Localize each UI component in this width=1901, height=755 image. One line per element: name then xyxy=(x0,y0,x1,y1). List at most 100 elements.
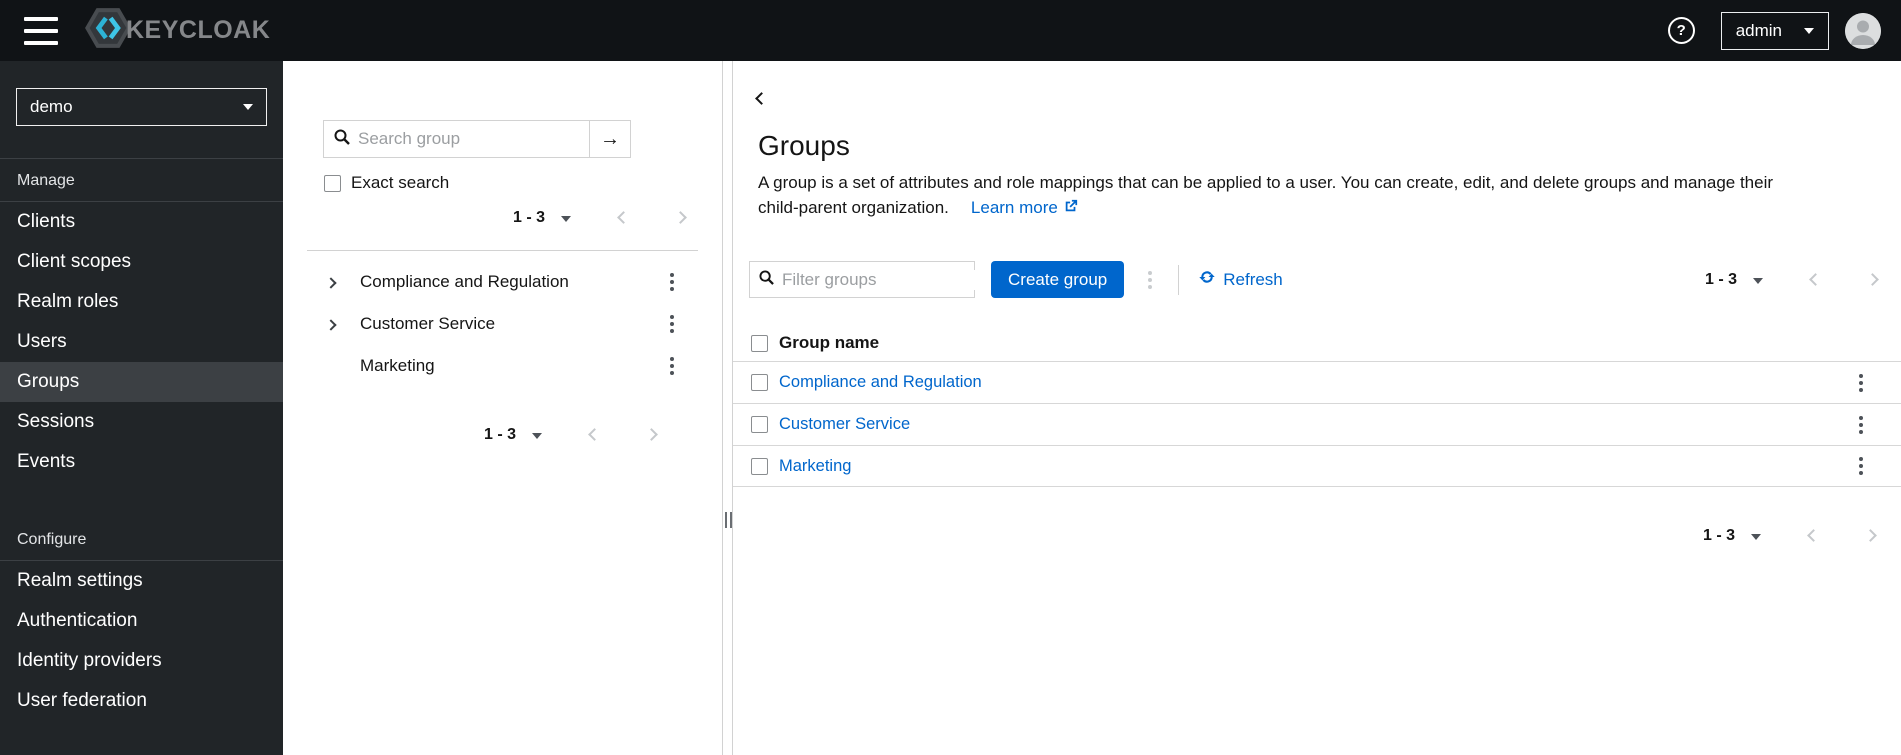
row-kebab-menu-button[interactable] xyxy=(1851,368,1871,398)
learn-more-label: Learn more xyxy=(970,198,1058,217)
create-group-button[interactable]: Create group xyxy=(991,261,1125,298)
exact-search-checkbox[interactable] xyxy=(324,174,341,192)
group-search-submit-button[interactable]: → xyxy=(589,121,630,157)
tree-item-compliance-and-regulation[interactable]: Compliance and Regulation xyxy=(283,261,722,303)
filter-search-box xyxy=(750,262,1012,297)
sidebar-item-users[interactable]: Users xyxy=(0,322,283,362)
pagination-range: 1 - 3 xyxy=(512,208,545,226)
search-icon xyxy=(334,129,350,150)
sidebar-item-events[interactable]: Events xyxy=(0,442,283,482)
pagination-range: 1 - 3 xyxy=(483,425,516,443)
brand-logo[interactable]: KEYCLOAK xyxy=(84,7,270,54)
table-row: Marketing xyxy=(733,445,1901,487)
refresh-button[interactable]: Refresh xyxy=(1199,269,1283,290)
pagination-prev-button[interactable] xyxy=(586,423,603,446)
sidebar-item-realm-settings[interactable]: Realm settings xyxy=(0,561,283,601)
row-kebab-menu-button[interactable] xyxy=(1851,451,1871,481)
expand-toggle-button[interactable] xyxy=(325,275,345,290)
chevron-right-icon xyxy=(1866,273,1879,286)
row-checkbox[interactable] xyxy=(751,457,768,475)
sidebar-item-user-federation[interactable]: User federation xyxy=(0,681,283,721)
pagination-menu-toggle[interactable] xyxy=(1747,524,1765,547)
group-search-input[interactable] xyxy=(358,129,579,149)
kebab-menu-button[interactable] xyxy=(662,351,682,381)
tree-item-label[interactable]: Marketing xyxy=(360,356,435,376)
search-icon xyxy=(759,269,774,290)
sidebar-section-configure: Configure xyxy=(17,531,87,548)
pagination-prev-button[interactable] xyxy=(1805,524,1822,547)
pagination-next-button[interactable] xyxy=(1864,268,1881,291)
collapse-panel-button[interactable] xyxy=(755,89,768,108)
pagination-prev-button[interactable] xyxy=(615,206,632,229)
select-all-checkbox[interactable] xyxy=(751,334,768,352)
pagination-menu-toggle[interactable] xyxy=(557,206,575,229)
group-link[interactable]: Compliance and Regulation xyxy=(779,373,982,392)
expand-toggle-button[interactable] xyxy=(325,317,345,332)
pagination-next-button[interactable] xyxy=(1862,524,1879,547)
learn-more-link[interactable]: Learn more xyxy=(971,198,1078,218)
refresh-label: Refresh xyxy=(1223,269,1283,289)
chevron-right-icon xyxy=(325,318,337,331)
sidebar-item-clients[interactable]: Clients xyxy=(0,202,283,242)
pagination-menu-toggle[interactable] xyxy=(1749,268,1767,291)
table-pagination-top: 1 - 3 xyxy=(1705,268,1881,291)
toolbar-divider xyxy=(1178,264,1180,295)
pagination-range: 1 - 3 xyxy=(1702,526,1735,544)
external-link-icon xyxy=(1064,198,1078,218)
pagination-next-button[interactable] xyxy=(643,423,660,446)
page-description-line1: A group is a set of attributes and role … xyxy=(758,173,1774,192)
row-checkbox[interactable] xyxy=(751,374,768,391)
avatar[interactable] xyxy=(1845,12,1881,49)
tree-item-customer-service[interactable]: Customer Service xyxy=(283,303,722,345)
sidebar-item-client-scopes[interactable]: Client scopes xyxy=(0,242,283,282)
group-search-box xyxy=(324,121,589,157)
keycloak-logo-icon xyxy=(84,7,132,54)
panel-splitter-handle[interactable] xyxy=(725,512,732,528)
page-description: A group is a set of attributes and role … xyxy=(758,170,1876,220)
chevron-right-icon xyxy=(1864,529,1877,542)
sidebar-item-realm-roles[interactable]: Realm roles xyxy=(0,282,283,322)
exact-search-label: Exact search xyxy=(351,173,450,192)
row-checkbox[interactable] xyxy=(751,416,768,433)
chevron-down-icon xyxy=(1751,534,1761,540)
filter-groups-input[interactable] xyxy=(782,269,1003,290)
kebab-menu-button[interactable] xyxy=(662,267,682,297)
group-tree-panel: → Exact search 1 - 3 Compliance and Regu… xyxy=(283,61,723,755)
chevron-left-icon xyxy=(1807,529,1820,542)
main-panel: Groups A group is a set of attributes an… xyxy=(732,61,1901,755)
realm-selector[interactable]: demo xyxy=(16,88,267,126)
hamburger-menu-button[interactable] xyxy=(24,16,58,45)
help-icon[interactable]: ? xyxy=(1667,17,1695,44)
user-menu-dropdown[interactable]: admin xyxy=(1720,11,1829,50)
sidebar-item-authentication[interactable]: Authentication xyxy=(0,601,283,641)
tree-item-label[interactable]: Compliance and Regulation xyxy=(360,272,569,292)
pagination-prev-button[interactable] xyxy=(1807,268,1824,291)
pagination-next-button[interactable] xyxy=(672,206,689,229)
tree-item-marketing[interactable]: Marketing xyxy=(283,345,722,387)
refresh-icon xyxy=(1199,269,1215,290)
table-row: Compliance and Regulation xyxy=(733,361,1901,403)
sidebar-item-groups[interactable]: Groups xyxy=(0,362,283,402)
sidebar-item-sessions[interactable]: Sessions xyxy=(0,402,283,442)
table-header-row: Group name xyxy=(733,325,1901,361)
chevron-left-icon xyxy=(755,92,768,105)
group-link[interactable]: Marketing xyxy=(779,457,851,476)
chevron-down-icon xyxy=(1804,27,1814,34)
chevron-right-icon xyxy=(645,428,658,441)
group-tree-list: Compliance and Regulation Customer Servi… xyxy=(283,261,722,387)
exact-search-row: Exact search xyxy=(324,173,722,193)
sidebar-item-identity-providers[interactable]: Identity providers xyxy=(0,641,283,681)
column-header-group-name: Group name xyxy=(779,333,880,352)
kebab-menu-button[interactable] xyxy=(662,309,682,339)
tree-item-label[interactable]: Customer Service xyxy=(360,314,495,334)
chevron-down-icon xyxy=(243,104,253,110)
pagination-menu-toggle[interactable] xyxy=(528,423,546,446)
tree-divider xyxy=(307,250,698,251)
chevron-right-icon xyxy=(325,276,337,289)
chevron-down-icon xyxy=(532,433,542,439)
toolbar-kebab-menu-button[interactable] xyxy=(1140,265,1160,295)
table-pagination-bottom: 1 - 3 xyxy=(733,524,1879,547)
group-link[interactable]: Customer Service xyxy=(779,415,910,434)
groups-toolbar: → Create group Refresh 1 - 3 xyxy=(749,261,1881,298)
row-kebab-menu-button[interactable] xyxy=(1851,410,1871,440)
